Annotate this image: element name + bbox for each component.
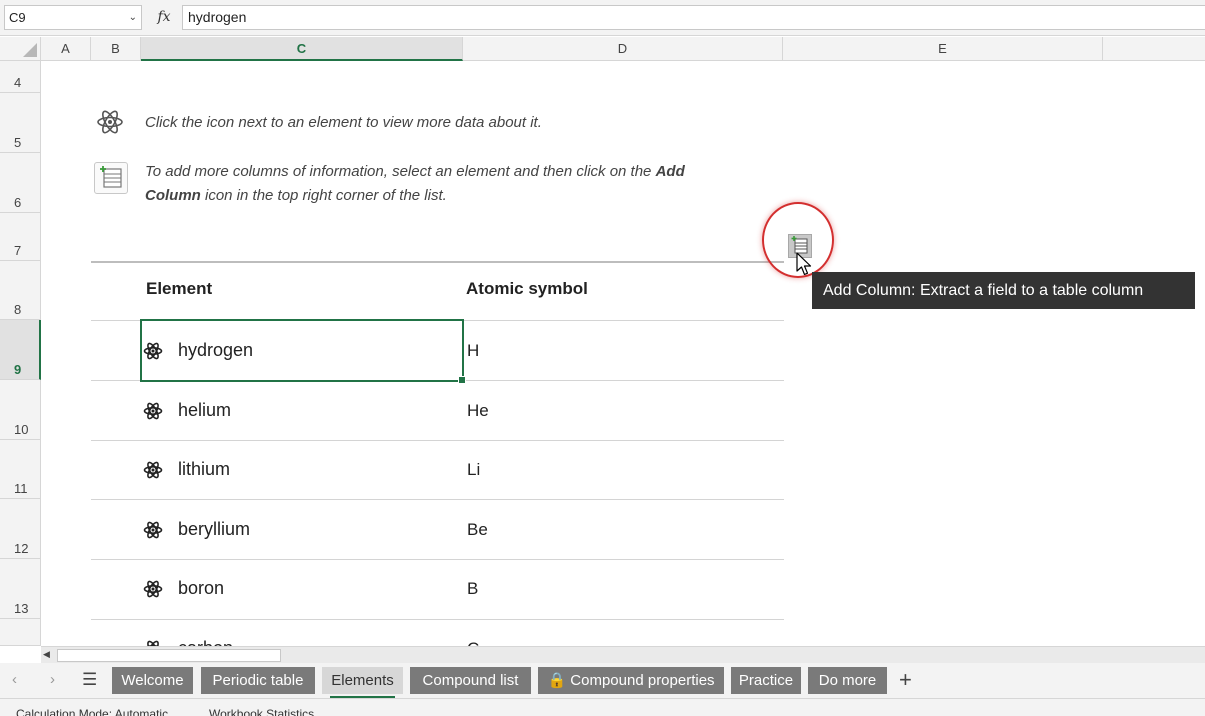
atom-icon[interactable]: [143, 520, 163, 540]
row-header-9[interactable]: 9: [0, 320, 41, 380]
atomic-symbol[interactable]: C: [467, 639, 479, 646]
atomic-symbol[interactable]: H: [467, 341, 479, 361]
formula-input[interactable]: hydrogen: [182, 5, 1205, 30]
atom-icon[interactable]: [143, 639, 163, 646]
column-header-d[interactable]: D: [463, 37, 783, 61]
row-header-7[interactable]: 7: [0, 213, 41, 261]
table-row[interactable]: carbon C: [91, 619, 784, 646]
row-header-4[interactable]: 4: [0, 61, 41, 93]
column-header-a[interactable]: A: [41, 37, 91, 61]
atom-icon[interactable]: [143, 460, 163, 480]
table-row[interactable]: helium He: [91, 381, 784, 440]
tab-welcome[interactable]: Welcome: [112, 667, 193, 694]
element-name[interactable]: helium: [178, 400, 231, 421]
element-name[interactable]: boron: [178, 578, 224, 599]
tab-compound-properties-label: Compound properties: [570, 672, 715, 689]
tab-do-more[interactable]: Do more: [808, 667, 887, 694]
excel-window: C9 ⌄ fx hydrogen A B C D E 4 5 6 7 8 9 1…: [0, 0, 1205, 716]
row-header-6[interactable]: 6: [0, 153, 41, 213]
add-column-tooltip: Add Column: Extract a field to a table c…: [812, 272, 1195, 309]
tab-elements[interactable]: Elements: [322, 667, 403, 699]
tab-compound-list[interactable]: Compound list: [410, 667, 531, 694]
horizontal-scrollbar[interactable]: ◀: [41, 646, 1205, 663]
column-header-e[interactable]: E: [783, 37, 1103, 61]
chevron-right-icon[interactable]: ›: [50, 671, 55, 688]
sheet-tab-bar: ‹ › ☰ Welcome Periodic table Elements Co…: [0, 663, 1205, 699]
row-header-5[interactable]: 5: [0, 93, 41, 153]
lock-icon: 🔒: [547, 672, 567, 689]
insert-function-button[interactable]: fx: [148, 5, 180, 30]
instruction-add-column: To add more columns of information, sele…: [145, 163, 685, 204]
atomic-symbol[interactable]: Be: [467, 520, 488, 540]
element-name[interactable]: carbon: [178, 638, 233, 646]
atom-icon[interactable]: [143, 401, 163, 421]
row-header-14[interactable]: [0, 619, 41, 646]
hamburger-menu-icon[interactable]: ☰: [82, 670, 97, 690]
row-header-12[interactable]: 12: [0, 499, 41, 559]
plus-icon[interactable]: +: [899, 667, 912, 693]
calculation-mode[interactable]: Calculation Mode: Automatic: [16, 707, 168, 716]
chevron-left-icon[interactable]: ‹: [12, 671, 17, 688]
tab-compound-properties[interactable]: 🔒 Compound properties: [538, 667, 724, 694]
element-name[interactable]: beryllium: [178, 519, 250, 540]
selected-cell-outline: [140, 319, 466, 384]
table-top-border: [91, 261, 784, 263]
select-all-corner[interactable]: [0, 37, 41, 61]
table-row[interactable]: lithium Li: [91, 440, 784, 499]
row-header-13[interactable]: 13: [0, 559, 41, 619]
atom-icon: [96, 108, 124, 136]
tab-periodic-table[interactable]: Periodic table: [201, 667, 315, 694]
column-header-f[interactable]: [1103, 37, 1205, 61]
name-box[interactable]: C9 ⌄: [4, 5, 142, 30]
row-header-11[interactable]: 11: [0, 440, 41, 499]
atomic-symbol[interactable]: He: [467, 401, 489, 421]
header-element: Element: [146, 279, 213, 298]
chevron-down-icon[interactable]: ⌄: [129, 6, 137, 29]
scrollbar-thumb[interactable]: [57, 649, 281, 662]
column-header-b[interactable]: B: [91, 37, 141, 61]
add-column-icon: [94, 162, 128, 194]
atom-icon[interactable]: [143, 579, 163, 599]
formula-bar: C9 ⌄ fx hydrogen: [0, 0, 1205, 36]
instruction-view-data: Click the icon next to an element to vie…: [145, 114, 542, 131]
element-name[interactable]: lithium: [178, 459, 230, 480]
scroll-left-icon[interactable]: ◀: [43, 649, 50, 660]
table-row[interactable]: boron B: [91, 559, 784, 618]
tab-practice[interactable]: Practice: [731, 667, 801, 694]
column-header-c[interactable]: C: [141, 37, 463, 61]
row-header-8[interactable]: 8: [0, 261, 41, 320]
workbook-statistics[interactable]: Workbook Statistics: [209, 707, 314, 716]
name-box-value: C9: [9, 10, 26, 25]
row-header-10[interactable]: 10: [0, 380, 41, 440]
header-atomic-symbol: Atomic symbol: [466, 279, 588, 298]
atomic-symbol[interactable]: B: [467, 579, 478, 599]
table-row[interactable]: beryllium Be: [91, 500, 784, 559]
atomic-symbol[interactable]: Li: [467, 460, 480, 480]
status-bar: Calculation Mode: Automatic Workbook Sta…: [0, 698, 1205, 716]
